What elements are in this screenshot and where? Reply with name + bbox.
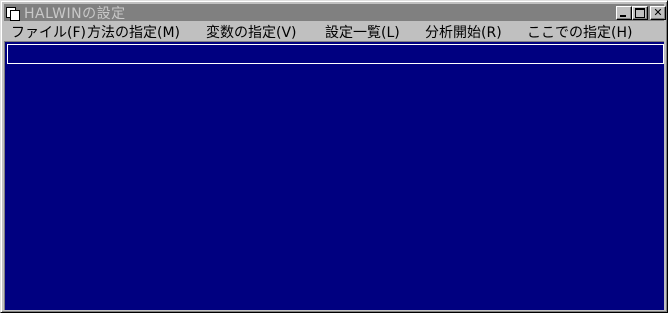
menu-start-analysis[interactable]: 分析開始(R) — [425, 22, 502, 42]
close-button[interactable]: ✕ — [650, 6, 666, 20]
close-icon: ✕ — [653, 6, 663, 19]
menu-method[interactable]: 方法の指定(M) — [87, 22, 180, 42]
client-area — [4, 41, 664, 310]
minimize-button[interactable] — [616, 6, 632, 20]
menu-bar: ファイル(F) 方法の指定(M) 変数の指定(V) 設定一覧(L) 分析開始(R… — [4, 21, 664, 42]
selection-field[interactable] — [7, 44, 664, 64]
app-window-icon[interactable] — [6, 6, 20, 21]
menu-variables[interactable]: 変数の指定(V) — [206, 22, 297, 42]
window-title: HALWINの設定 — [24, 5, 126, 22]
menu-help-here[interactable]: ここでの指定(H) — [527, 22, 632, 42]
menu-settings-list[interactable]: 設定一覧(L) — [325, 22, 400, 42]
halwin-settings-window: HALWINの設定 ✕ ファイル(F) 方法の指定(M) 変数の指定(V) 設定… — [0, 0, 668, 313]
title-bar[interactable]: HALWINの設定 ✕ — [4, 4, 666, 22]
maximize-icon — [635, 8, 645, 18]
minimize-icon — [620, 15, 626, 17]
menu-file[interactable]: ファイル(F) — [11, 22, 86, 42]
maximize-button[interactable] — [632, 6, 648, 20]
